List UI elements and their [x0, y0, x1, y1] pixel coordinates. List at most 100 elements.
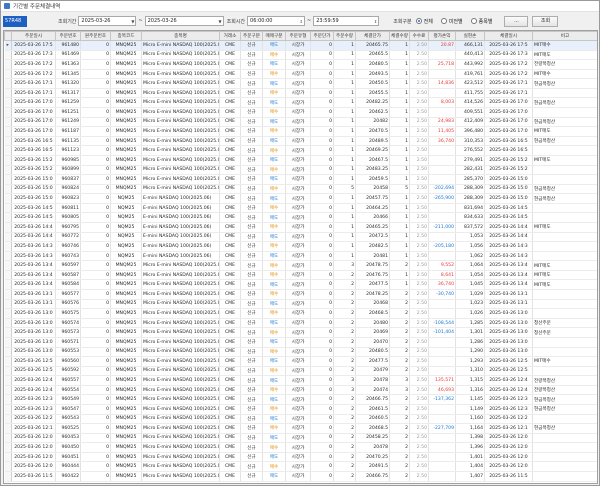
table-row[interactable]: 2025-03-26 12:4 960554 0 MNQM25 Micro E-mini…: [4, 385, 597, 396]
table-row[interactable]: 2025-03-26 14:3 960746 0 NQM25 E-mini NASDAQ…: [4, 241, 597, 252]
table-row[interactable]: 2025-03-26 12:0 960450 0 MNQM25 Micro E-mini…: [4, 442, 597, 453]
table-cell: 1: [389, 50, 410, 61]
column-header[interactable]: 매매구분: [262, 31, 286, 41]
table-row[interactable]: 2025-03-26 13:4 960597 0 MNQM25 Micro E-mini…: [4, 260, 597, 271]
date-from-field[interactable]: 2025-03-26 ▼: [78, 16, 137, 26]
column-header[interactable]: 원주문번호: [80, 31, 111, 41]
table-cell: 신규: [240, 251, 263, 262]
column-header[interactable]: 평가손익: [428, 31, 456, 41]
table-row[interactable]: 2025-03-26 12:3 960547 0 MNQM25 Micro E-mini…: [4, 404, 597, 415]
order-table-container[interactable]: 주문일시 주문번호 원주문번호 종목코드 종목명 거래소 주문구분 매매구분 주…: [3, 30, 598, 484]
table-row[interactable]: 2025-03-26 12:5 960592 0 MNQM25 Micro E-mini…: [4, 366, 597, 377]
table-row[interactable]: 2025-03-26 17:1 961320 0 MNQM25 Micro E-mini…: [4, 78, 597, 89]
table-row[interactable]: 2025-03-26 15:2 960985 0 MNQM25 Micro E-mini…: [4, 155, 597, 166]
table-cell: 매도: [262, 136, 286, 147]
table-row[interactable]: 2025-03-26 13:4 960584 0 MNQM25 Micro E-mini…: [4, 279, 597, 291]
table-row[interactable]: 2025-03-26 13:4 960587 0 MNQM25 Micro E-mini…: [4, 270, 597, 281]
table-cell: 20474: [355, 385, 390, 396]
radio-selected-icon[interactable]: [415, 18, 422, 24]
date-to-field[interactable]: 2025-03-26 ▼: [144, 16, 224, 26]
table-row[interactable]: 2025-03-26 13:1 960577 0 MNQM25 Micro E-mini…: [4, 289, 597, 300]
query-button[interactable]: 조회: [532, 15, 559, 27]
calendar-dropdown-icon[interactable]: ▼: [219, 18, 222, 26]
account-field[interactable]: 57R48: [3, 15, 27, 27]
column-header[interactable]: 실현손: [455, 31, 485, 41]
table-row[interactable]: ▸ 2025-03-26 17:5 961480 0 MNQM25 Micro E-min…: [4, 40, 597, 51]
spin-icon[interactable]: ⇕: [300, 18, 303, 26]
table-row[interactable]: 2025-03-26 15:0 960823 0 NQM25 E-mini NASDAQ…: [4, 193, 597, 204]
column-header[interactable]: 비고: [532, 31, 597, 41]
table-row[interactable]: 2025-03-26 15:2 960899 0 MNQM25 Micro E-mini…: [4, 165, 597, 176]
time-to-field[interactable]: 23:59:59 ⇕: [313, 16, 380, 26]
table-cell: 2025-03-26 12:2: [11, 414, 56, 425]
column-header[interactable]: 체결단가: [355, 31, 390, 41]
table-row[interactable]: 2025-03-26 17:0 961187 0 MNQM25 Micro E-mini…: [4, 126, 597, 137]
table-row[interactable]: 2025-03-26 14:5 960811 0 NQM25 E-mini NASDAQ…: [4, 203, 597, 214]
table-cell: 20470: [355, 337, 390, 348]
table-row[interactable]: 2025-03-26 13:0 960575 0 MNQM25 Micro E-mini…: [4, 308, 597, 319]
radio-all[interactable]: 전체: [415, 18, 433, 25]
table-row[interactable]: 2025-03-26 16:5 961123 0 MNQM25 Micro E-mini…: [4, 145, 597, 156]
table-row[interactable]: 2025-03-26 13:0 960573 0 MNQM25 Micro E-mini…: [4, 327, 597, 338]
column-header[interactable]: 주문번호: [55, 31, 81, 41]
table-cell: 1,398: [455, 433, 485, 444]
table-row[interactable]: 2025-03-26 11:5 960422 0 MNQM25 Micro E-mini…: [4, 471, 597, 482]
table-row[interactable]: 2025-03-26 17:0 961251 0 MNQM25 Micro E-mini…: [4, 107, 597, 118]
table-row[interactable]: 2025-03-26 15:0 960837 0 MNQM25 Micro E-mini…: [4, 174, 597, 185]
radio-icon[interactable]: [440, 18, 447, 24]
column-header[interactable]: 수수료: [409, 31, 429, 41]
table-cell: 신규: [240, 117, 263, 128]
table-row[interactable]: 2025-03-26 13:0 960571 0 MNQM25 Micro E-mini…: [4, 337, 597, 348]
table-cell: 0: [310, 289, 334, 300]
table-row[interactable]: 2025-03-26 12:0 960453 0 MNQM25 Micro E-mini…: [4, 433, 597, 444]
table-row[interactable]: 2025-03-26 14:3 960743 0 NQM25 E-mini NASDAQ…: [4, 251, 597, 262]
column-header[interactable]: 주문수량: [333, 31, 356, 41]
table-row[interactable]: 2025-03-26 12:2 960543 0 MNQM25 Micro E-mini…: [4, 414, 597, 425]
table-row[interactable]: 2025-03-26 14:5 960805 0 NQM25 E-mini NASDAQ…: [4, 212, 597, 223]
table-row[interactable]: 2025-03-26 15:0 960824 0 MNQM25 Micro E-mini…: [4, 184, 597, 195]
column-header[interactable]: 거래소: [219, 31, 241, 41]
table-row[interactable]: 2025-03-26 12:1 960525 0 MNQM25 Micro E-mini…: [4, 423, 597, 434]
table-row[interactable]: 2025-03-26 17:0 961249 0 MNQM25 Micro E-mini…: [4, 117, 597, 128]
row-indicator: [4, 375, 12, 386]
column-header[interactable]: 주문일시: [11, 31, 56, 41]
table-row[interactable]: 2025-03-26 12:4 960557 0 MNQM25 Micro E-mini…: [4, 375, 597, 386]
table-row[interactable]: 2025-03-26 17:3 961469 0 MNQM25 Micro E-mini…: [4, 50, 597, 61]
column-header[interactable]: 종목코드: [110, 31, 142, 41]
table-cell: 0: [80, 88, 111, 99]
table-row[interactable]: 2025-03-26 13:1 960576 0 MNQM25 Micro E-mini…: [4, 299, 597, 310]
table-cell: 시장가: [285, 251, 311, 262]
more-button[interactable]: ...: [504, 15, 529, 27]
table-row[interactable]: 2025-03-26 12:0 960444 0 MNQM25 Micro E-mini…: [4, 461, 597, 472]
spin-icon[interactable]: ⇕: [374, 18, 377, 26]
table-cell: Micro E-mini NASDAQ 100(2025.06): [141, 452, 220, 463]
column-header[interactable]: 주문단가: [310, 31, 334, 41]
table-row[interactable]: 2025-03-26 13:0 960553 0 MNQM25 Micro E-mini…: [4, 347, 597, 358]
radio-icon[interactable]: [470, 18, 477, 24]
table-row[interactable]: 2025-03-26 16:5 961135 0 MNQM25 Micro E-mini…: [4, 136, 597, 147]
table-row[interactable]: 2025-03-26 13:0 960574 0 MNQM25 Micro E-mini…: [4, 318, 597, 329]
column-header[interactable]: 주문유형: [285, 31, 311, 41]
table-row[interactable]: 2025-03-26 12:0 960451 0 MNQM25 Micro E-mini…: [4, 452, 597, 463]
table-cell: 419,761: [455, 69, 485, 80]
table-row[interactable]: 2025-03-26 17:2 961345 0 MNQM25 Micro E-mini…: [4, 69, 597, 80]
table-row[interactable]: 2025-03-26 12:5 960560 0 MNQM25 Micro E-mini…: [4, 356, 597, 367]
table-row[interactable]: 2025-03-26 14:4 960795 0 NQM25 E-mini NASDAQ…: [4, 222, 597, 233]
calendar-dropdown-icon[interactable]: ▼: [131, 18, 134, 26]
table-cell: 매도: [262, 78, 286, 89]
column-header[interactable]: 종목명: [141, 31, 220, 41]
table-row[interactable]: 2025-03-26 17:1 961317 0 MNQM25 Micro E-mini…: [4, 88, 597, 99]
column-header[interactable]: 체결일시: [484, 31, 533, 41]
table-row[interactable]: 2025-03-26 17:0 961259 0 MNQM25 Micro E-mini…: [4, 97, 597, 109]
table-cell: 신규: [240, 136, 263, 147]
time-from-field[interactable]: 06:00:00 ⇕: [247, 16, 306, 26]
radio-unsettled[interactable]: 미전별: [440, 18, 463, 25]
table-row[interactable]: 2025-03-26 14:4 960772 0 NQM25 E-mini NASDAQ…: [4, 232, 597, 243]
radio-by-symbol[interactable]: 종목별: [470, 18, 492, 25]
table-cell: [428, 107, 456, 118]
column-header[interactable]: 체결수량: [389, 31, 410, 41]
column-header[interactable]: 주문구분: [240, 31, 263, 41]
table-cell: 신규: [240, 289, 263, 300]
table-row[interactable]: 2025-03-26 12:3 960549 0 MNQM25 Micro E-mini…: [4, 394, 597, 405]
table-row[interactable]: 2025-03-26 17:2 961363 0 MNQM25 Micro E-mini…: [4, 59, 597, 70]
